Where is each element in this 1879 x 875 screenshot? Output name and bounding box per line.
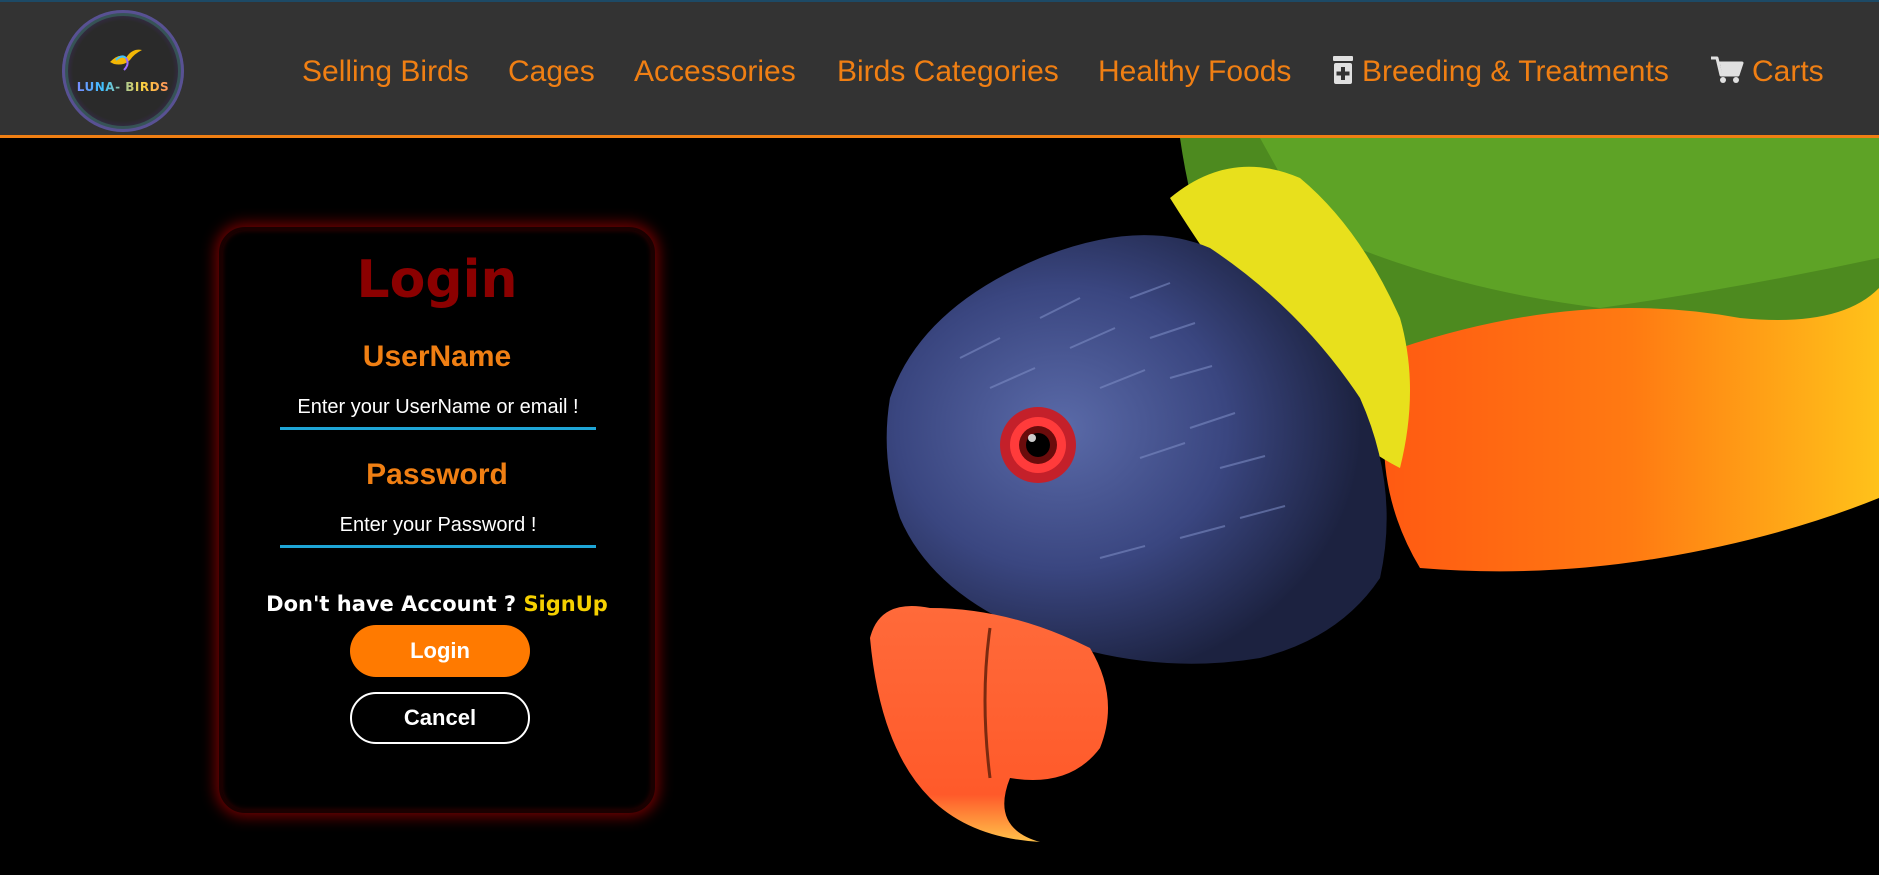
nav-item-label: Breeding & Treatments — [1362, 55, 1669, 88]
nav-item-label: Cages — [508, 55, 595, 88]
nav-item-label: Birds Categories — [837, 55, 1059, 88]
login-title: Login — [356, 250, 518, 310]
nav-item-label: Selling Birds — [302, 55, 469, 88]
top-navigation-bar: LUNA- BIRDS Selling Birds Cages Accessor… — [0, 0, 1879, 138]
signup-row: Don't have Account ? SignUp — [222, 592, 652, 616]
nav-item-accessories[interactable]: Accessories — [634, 52, 796, 92]
nav-item-label: Healthy Foods — [1098, 55, 1292, 88]
no-account-text: Don't have Account ? — [266, 592, 524, 616]
signup-link[interactable]: SignUp — [523, 592, 607, 616]
nav-item-cages[interactable]: Cages — [508, 52, 595, 92]
username-label: UserName — [362, 340, 512, 373]
nav-item-birds-categories[interactable]: Birds Categories — [837, 52, 1059, 92]
login-button[interactable]: Login — [350, 625, 530, 677]
hero-section: Login UserName Password Don't have Accou… — [0, 138, 1879, 875]
nav-item-selling-birds[interactable]: Selling Birds — [302, 52, 469, 92]
parrot-image — [870, 138, 1879, 842]
medical-jar-icon — [1333, 56, 1353, 85]
nav-item-breeding-treatments[interactable]: Breeding & Treatments — [1332, 52, 1669, 92]
password-label: Password — [366, 458, 508, 491]
logo-text: LUNA- BIRDS — [62, 80, 184, 94]
nav-item-label: Accessories — [634, 55, 796, 88]
cancel-button[interactable]: Cancel — [350, 692, 530, 744]
password-input[interactable] — [280, 506, 596, 548]
cart-icon — [1711, 56, 1744, 84]
login-card: Login UserName Password Don't have Accou… — [219, 227, 655, 813]
nav-item-label: Carts — [1752, 55, 1824, 88]
nav-item-healthy-foods[interactable]: Healthy Foods — [1098, 52, 1291, 92]
nav-item-carts[interactable]: Carts — [1710, 52, 1824, 92]
site-logo[interactable]: LUNA- BIRDS — [62, 10, 184, 132]
bird-logo-icon — [110, 49, 142, 71]
username-input[interactable] — [280, 388, 596, 430]
